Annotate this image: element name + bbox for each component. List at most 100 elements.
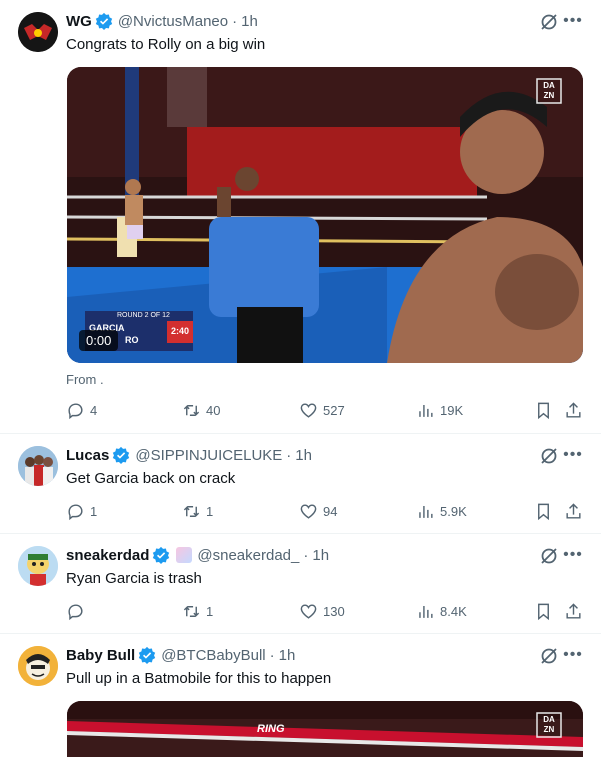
verified-badge-icon — [153, 546, 170, 564]
like-icon — [300, 603, 317, 619]
action-bar: 1 1 94 5.9K — [66, 500, 586, 522]
tweet[interactable]: WG @NvictusManeo · 1h ••• Congrats to Ro… — [0, 0, 601, 434]
avatar-character — [18, 646, 58, 686]
separator-dot: · — [286, 446, 292, 464]
repost-count: 1 — [206, 503, 214, 519]
more-icon[interactable]: ••• — [563, 647, 583, 668]
tweet-header: sneakerdad @sneakerdad_ · 1h — [66, 545, 329, 565]
handle[interactable]: @SIPPINJUICELUKE — [135, 447, 282, 464]
display-name[interactable]: Lucas — [66, 447, 109, 464]
like-count: 94 — [323, 503, 338, 519]
video-player[interactable]: ROUND 2 OF 12 GARCIA RO 2:40 DA ZN 0:00 — [67, 67, 583, 363]
tweet-header: Lucas @SIPPINJUICELUKE · 1h — [66, 445, 312, 465]
tweet-text: Congrats to Rolly on a big win — [66, 36, 266, 53]
reply-count: 1 — [90, 503, 98, 519]
grok-icon[interactable] — [539, 12, 559, 32]
bookmark-icon — [538, 603, 549, 620]
source-label[interactable]: From . — [66, 372, 104, 387]
views-icon — [419, 605, 433, 618]
reply-icon — [68, 402, 83, 419]
views-button[interactable]: 19K — [416, 399, 463, 421]
like-icon — [300, 402, 317, 418]
timestamp[interactable]: 1h — [295, 447, 312, 464]
handle[interactable]: @BTCBabyBull — [161, 647, 265, 664]
video-player[interactable]: RING DA ZN — [67, 701, 583, 757]
affiliate-badge-icon — [176, 547, 193, 563]
view-count: 19K — [440, 402, 464, 418]
reply-button[interactable] — [66, 600, 90, 622]
verified-badge-icon — [95, 12, 113, 30]
grok-icon[interactable] — [539, 546, 559, 566]
bookmark-icon — [538, 503, 549, 520]
display-name[interactable]: sneakerdad — [66, 547, 149, 564]
avatar-logo-icon — [18, 12, 58, 52]
avatar[interactable] — [18, 546, 58, 586]
more-icon[interactable]: ••• — [563, 447, 583, 468]
reply-button[interactable]: 4 — [66, 399, 97, 421]
handle[interactable]: @sneakerdad_ — [197, 547, 299, 564]
repost-button[interactable]: 40 — [182, 399, 220, 421]
like-button[interactable]: 94 — [299, 500, 337, 522]
like-count: 130 — [323, 603, 345, 619]
tweet-text: Pull up in a Batmobile for this to happe… — [66, 670, 332, 687]
tweet[interactable]: sneakerdad @sneakerdad_ · 1h ••• Ryan Ga… — [0, 534, 601, 634]
tweet-text: Ryan Garcia is trash — [66, 570, 202, 587]
reply-icon — [68, 603, 83, 620]
video-duration-badge: 0:00 — [79, 330, 119, 351]
verified-badge-icon — [113, 446, 130, 464]
repost-icon — [183, 505, 200, 517]
handle[interactable]: @NvictusManeo — [118, 13, 228, 30]
verified-badge-icon — [139, 646, 156, 664]
video-frame — [67, 701, 583, 757]
like-button[interactable]: 130 — [299, 600, 345, 622]
reply-icon — [68, 503, 83, 520]
avatar[interactable] — [18, 12, 58, 52]
avatar[interactable] — [18, 646, 58, 686]
bookmark-button[interactable] — [534, 500, 553, 522]
repost-icon — [183, 404, 200, 416]
bookmark-icon — [538, 402, 549, 419]
share-icon — [566, 602, 581, 619]
views-button[interactable]: 5.9K — [416, 500, 467, 522]
grok-icon[interactable] — [539, 446, 559, 466]
share-button[interactable] — [564, 399, 583, 421]
bookmark-button[interactable] — [534, 600, 553, 622]
display-name[interactable]: Baby Bull — [66, 647, 135, 664]
separator-dot: · — [269, 646, 275, 664]
bookmark-button[interactable] — [534, 399, 553, 421]
like-icon — [300, 503, 317, 519]
avatar-photo — [18, 446, 58, 486]
timestamp[interactable]: 1h — [279, 647, 296, 664]
action-bar: 4 40 527 19K — [66, 399, 586, 421]
views-button[interactable]: 8.4K — [416, 600, 467, 622]
reply-count: 4 — [90, 402, 98, 418]
repost-button[interactable]: 1 — [182, 500, 213, 522]
share-icon — [566, 401, 581, 418]
views-icon — [419, 404, 433, 417]
avatar-character — [18, 546, 58, 586]
round-clock: 2:40 — [171, 326, 190, 336]
reply-button[interactable]: 1 — [66, 500, 97, 522]
timestamp[interactable]: 1h — [312, 547, 329, 564]
share-button[interactable] — [564, 600, 583, 622]
share-icon — [566, 502, 581, 519]
view-count: 5.9K — [440, 503, 467, 519]
tweet-header: Baby Bull @BTCBabyBull · 1h — [66, 645, 295, 665]
round-label: ROUND 2 OF 12 — [117, 312, 170, 319]
ring-logo: RING — [257, 723, 285, 735]
like-button[interactable]: 527 — [299, 399, 345, 421]
repost-button[interactable]: 1 — [182, 600, 213, 622]
timestamp[interactable]: 1h — [241, 13, 258, 30]
repost-count: 1 — [206, 603, 214, 619]
avatar[interactable] — [18, 446, 58, 486]
grok-icon[interactable] — [539, 646, 559, 666]
view-count: 8.4K — [440, 603, 467, 619]
dazn-logo: DA ZN — [543, 81, 555, 100]
views-icon — [419, 505, 433, 518]
tweet[interactable]: Lucas @SIPPINJUICELUKE · 1h ••• Get Garc… — [0, 434, 601, 534]
share-button[interactable] — [564, 500, 583, 522]
display-name[interactable]: WG — [66, 13, 92, 30]
more-icon[interactable]: ••• — [563, 547, 583, 568]
tweet[interactable]: Baby Bull @BTCBabyBull · 1h ••• Pull up … — [0, 634, 601, 757]
more-icon[interactable]: ••• — [563, 13, 583, 34]
